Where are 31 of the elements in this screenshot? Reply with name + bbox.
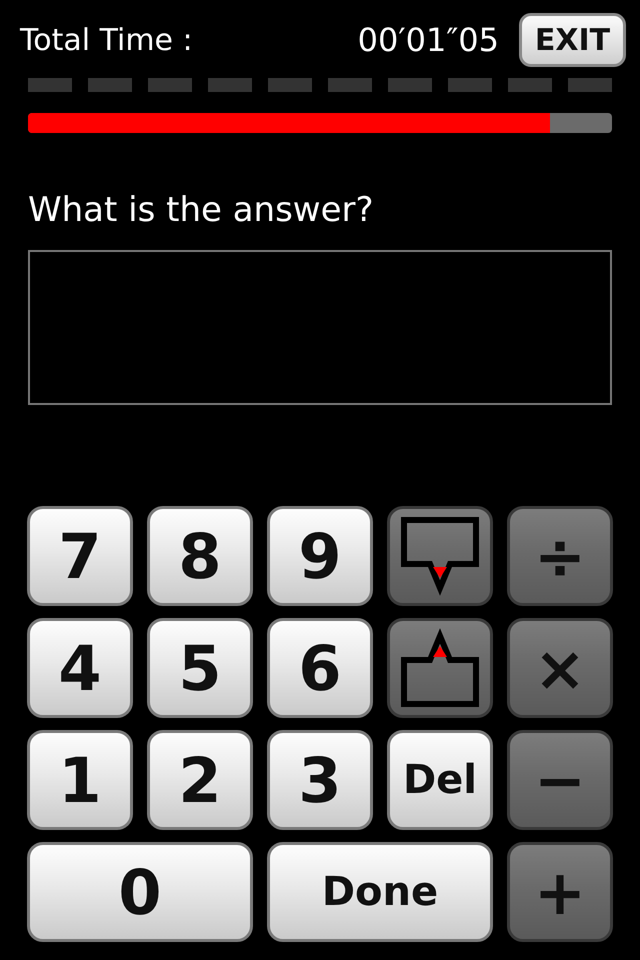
- up-arrow-icon: [398, 626, 482, 710]
- step-marker: [88, 78, 132, 92]
- digit-key[interactable]: 9: [267, 506, 373, 606]
- move-up-key[interactable]: [387, 618, 493, 718]
- elapsed-time: 00′01″05: [358, 21, 499, 59]
- total-time-label: Total Time :: [20, 22, 193, 58]
- answer-box[interactable]: [28, 250, 612, 405]
- step-marker: [568, 78, 612, 92]
- step-marker: [328, 78, 372, 92]
- digit-key[interactable]: 1: [27, 730, 133, 830]
- question-text: What is the answer?: [28, 190, 375, 230]
- step-marker: [448, 78, 492, 92]
- step-marker: [148, 78, 192, 92]
- digit-key[interactable]: 3: [267, 730, 373, 830]
- exit-button[interactable]: EXIT: [519, 13, 626, 67]
- digit-key[interactable]: 7: [27, 506, 133, 606]
- digit-key[interactable]: 2: [147, 730, 253, 830]
- step-marker: [508, 78, 552, 92]
- key[interactable]: Del: [387, 730, 493, 830]
- digit-key[interactable]: 6: [267, 618, 373, 718]
- down-arrow-icon: [398, 514, 482, 598]
- digit-key[interactable]: 8: [147, 506, 253, 606]
- key[interactable]: Done: [267, 842, 493, 942]
- step-marker: [268, 78, 312, 92]
- move-down-key[interactable]: [387, 506, 493, 606]
- step-marker: [208, 78, 252, 92]
- digit-key[interactable]: 5: [147, 618, 253, 718]
- digit-key[interactable]: 0: [27, 842, 253, 942]
- step-marker: [388, 78, 432, 92]
- digit-key[interactable]: 4: [27, 618, 133, 718]
- step-marker: [28, 78, 72, 92]
